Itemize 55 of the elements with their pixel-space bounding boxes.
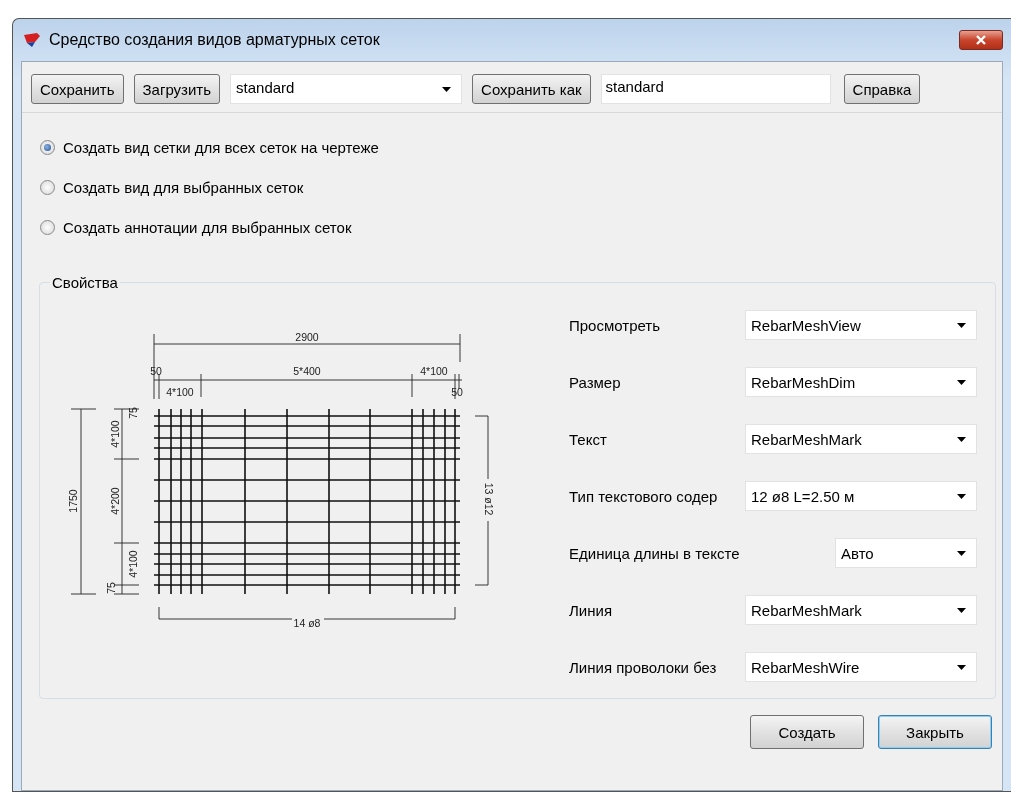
window-title: Средство создания видов арматурных сеток bbox=[49, 31, 380, 49]
dropdown-arrow-icon bbox=[957, 550, 966, 556]
app-icon bbox=[23, 32, 41, 48]
dimension-label: 4*100 bbox=[108, 420, 121, 448]
setting-label: Просмотреть bbox=[569, 316, 662, 334]
dialog-button[interactable]: Создать bbox=[750, 715, 864, 749]
radio-label[interactable]: Создать вид сетки для всех сеток на чертеже bbox=[63, 139, 379, 156]
dropdown-arrow-icon bbox=[957, 322, 966, 328]
radio-label[interactable]: Создать аннотации для выбранных сеток bbox=[63, 219, 352, 236]
close-icon bbox=[975, 35, 987, 45]
dropdown-arrow-icon bbox=[442, 87, 452, 92]
setting-label: Размер bbox=[569, 373, 622, 391]
setting-dropdown[interactable]: RebarMeshMark bbox=[745, 424, 977, 454]
setting-label: Линия проволоки без bbox=[569, 658, 718, 676]
dropdown-arrow-icon bbox=[957, 436, 966, 442]
dimension-label: 75 bbox=[126, 407, 139, 419]
dimension-label: 4*200 bbox=[108, 487, 121, 515]
dimension-label: 4*100 bbox=[166, 385, 194, 398]
save-as-button[interactable]: Сохранить как bbox=[472, 74, 591, 104]
help-button[interactable]: Справка bbox=[843, 74, 921, 104]
setting-label: Единица длины в тексте bbox=[569, 544, 741, 562]
dimension-label: 13 ø12 bbox=[483, 482, 496, 516]
dimension-label: 2900 bbox=[295, 330, 319, 343]
dimension-label: 50 bbox=[451, 385, 463, 398]
dropdown-arrow-icon bbox=[957, 664, 966, 670]
setting-dropdown[interactable]: Авто bbox=[835, 538, 977, 568]
radio-button[interactable] bbox=[40, 140, 55, 155]
radio-label[interactable]: Создать вид для выбранных сеток bbox=[63, 179, 304, 196]
radio-button[interactable] bbox=[40, 220, 55, 235]
dimension-label: 1750 bbox=[66, 489, 79, 513]
setting-dropdown[interactable]: RebarMeshDim bbox=[745, 367, 977, 397]
dropdown-arrow-icon bbox=[957, 607, 966, 613]
dimension-label: 5*400 bbox=[293, 364, 321, 377]
radio-button[interactable] bbox=[40, 180, 55, 195]
dialog-button[interactable]: Закрыть bbox=[878, 715, 992, 749]
group-title: Свойства bbox=[51, 274, 119, 291]
dimension-label: 4*100 bbox=[126, 550, 139, 578]
setting-dropdown[interactable]: RebarMeshView bbox=[745, 310, 977, 340]
close-button[interactable] bbox=[959, 30, 1003, 50]
setting-dropdown[interactable]: 12 ø8 L=2.50 м bbox=[745, 481, 977, 511]
dimension-label: 14 ø8 bbox=[293, 616, 321, 629]
name-input-field[interactable]: standard bbox=[600, 74, 831, 104]
save-button[interactable]: Сохранить bbox=[31, 74, 124, 104]
setting-dropdown[interactable]: RebarMeshMark bbox=[745, 595, 977, 625]
load-button[interactable]: Загрузить bbox=[133, 74, 221, 104]
setting-label: Линия bbox=[569, 601, 613, 619]
dimension-label: 75 bbox=[104, 582, 117, 594]
preset-dropdown[interactable]: standard bbox=[230, 74, 463, 104]
dropdown-arrow-icon bbox=[957, 379, 966, 385]
dimension-label: 50 bbox=[150, 364, 162, 377]
dimension-label: 4*100 bbox=[420, 364, 448, 377]
dropdown-arrow-icon bbox=[957, 493, 966, 499]
setting-dropdown[interactable]: RebarMeshWire bbox=[745, 652, 977, 682]
setting-label: Текст bbox=[569, 430, 608, 448]
setting-label: Тип текстового содер bbox=[569, 487, 719, 505]
